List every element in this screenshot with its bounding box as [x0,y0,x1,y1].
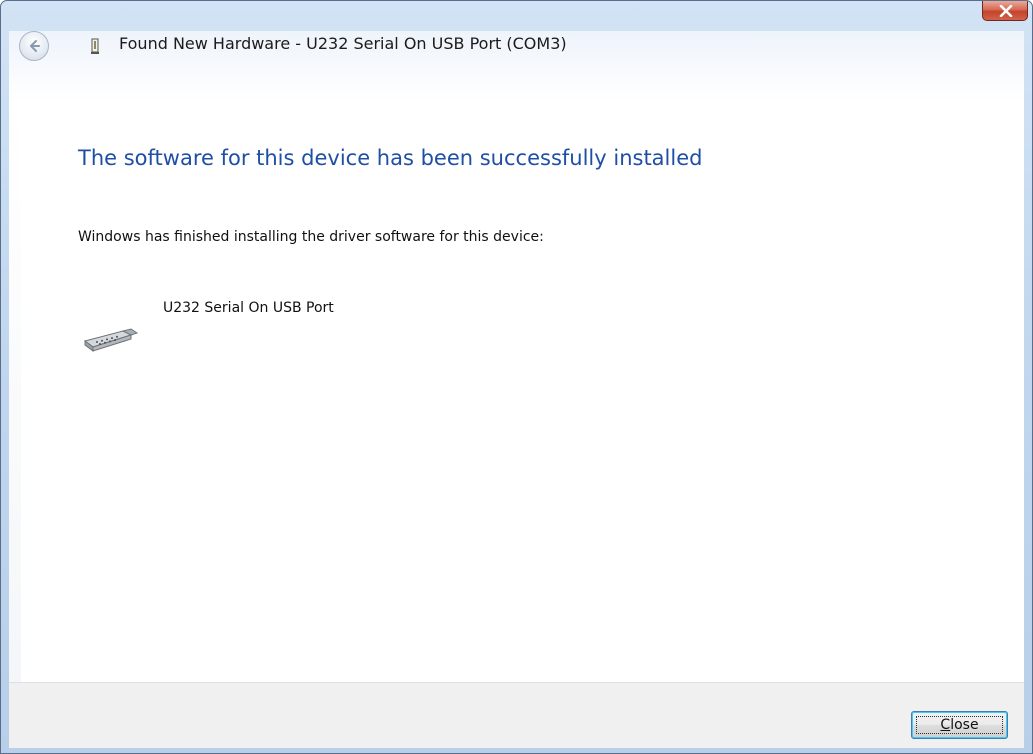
serial-port-connector-icon [83,328,139,352]
success-headline: The software for this device has been su… [78,146,703,170]
window-title: Found New Hardware - U232 Serial On USB … [119,34,567,53]
close-x-icon [999,5,1013,17]
wizard-content: The software for this device has been su… [21,101,1024,682]
close-button-focus-rect: Close [916,716,1003,734]
finished-description: Windows has finished installing the driv… [78,229,544,245]
back-button[interactable] [19,31,49,61]
close-button-label-rest: lose [950,717,979,733]
dialog-window: Found New Hardware - U232 Serial On USB … [0,0,1033,754]
back-arrow-icon [30,40,40,52]
close-button[interactable]: Close [911,711,1008,739]
content-left-edge [9,101,21,682]
device-name: U232 Serial On USB Port [163,300,334,316]
hardware-device-icon [91,38,99,54]
window-close-button[interactable] [982,1,1028,21]
close-button-accelerator: C [940,717,951,733]
wizard-footer: Close [9,682,1024,748]
